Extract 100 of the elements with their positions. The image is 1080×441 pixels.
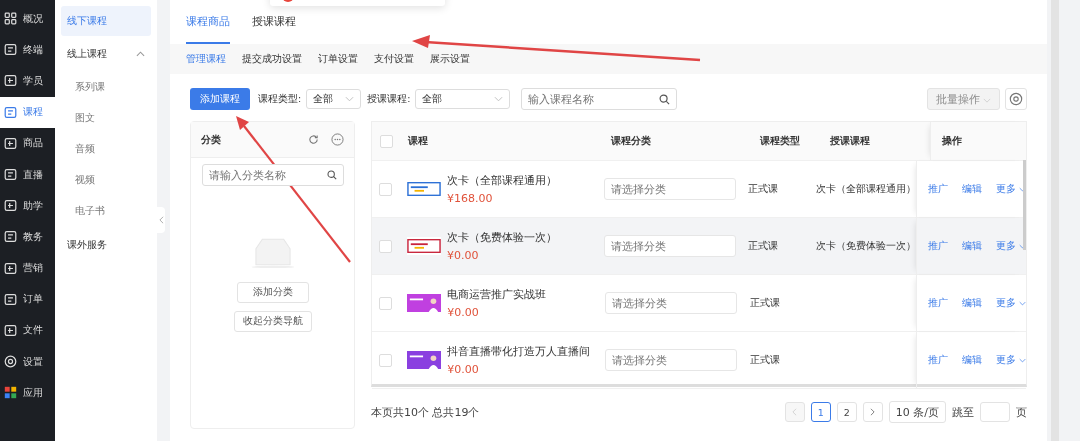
search-field[interactable]: 输入课程名称 (521, 88, 678, 110)
search-icon (326, 170, 337, 180)
nav-item[interactable]: 教务 (0, 221, 55, 253)
category-select[interactable]: 请选择分类 (604, 292, 737, 314)
table-row[interactable]: 次卡（免费体验一次） ¥0.00 请选择分类 正式课 次卡（免费体验一次） 推广 编辑 更多 (372, 218, 1026, 275)
nav-item[interactable]: 学员 (0, 65, 55, 97)
table-cell: 正式课 (747, 182, 778, 196)
checkbox[interactable] (379, 182, 393, 196)
action-link[interactable]: 推广 (928, 239, 948, 253)
column-header: 授课课程 (829, 133, 871, 148)
subtab[interactable]: 支付设置 (374, 52, 414, 66)
subtab[interactable]: 管理课程 (186, 52, 226, 66)
panel-title: 分类 (201, 132, 221, 147)
subnav-item[interactable]: 图文 (61, 103, 151, 134)
nav-item[interactable]: 应用 (0, 377, 55, 409)
table-cell: 正式课 (750, 353, 781, 367)
action-link[interactable]: 编辑 (962, 239, 982, 253)
page-input[interactable] (980, 402, 1010, 422)
subnav-item[interactable]: 系列课 (61, 72, 151, 103)
more-link[interactable]: 更多 (996, 182, 1026, 196)
subtab[interactable]: 提交成功设置 (242, 52, 302, 66)
page-summary: 本页共10个 总共19个 (371, 404, 480, 420)
page-button[interactable]: 2 (836, 402, 857, 422)
settings-button[interactable] (1005, 88, 1027, 110)
nav-item[interactable]: 直播 (0, 158, 55, 191)
jump-label: 跳至 (952, 404, 974, 420)
action-link[interactable]: 推广 (927, 353, 948, 367)
search-field[interactable]: 请输入分类名称 (201, 164, 344, 186)
gear-icon (4, 355, 17, 369)
subnav-item[interactable]: 线上课程 (61, 39, 151, 69)
more-icon[interactable] (331, 133, 344, 146)
filter-select[interactable]: 全部 (415, 89, 511, 109)
course-title: 电商运营推广实战班 (447, 287, 547, 302)
page-size-select[interactable]: 10 条/页 (888, 401, 946, 423)
next-page-button[interactable] (862, 402, 883, 422)
course-title: 次卡（免费体验一次） (447, 230, 558, 245)
chevron-left-icon (158, 216, 164, 224)
category-button[interactable]: 添加分类 (236, 282, 309, 303)
more-link[interactable]: 更多 (996, 239, 1026, 253)
page-button[interactable]: 1 (810, 402, 831, 422)
nav-item[interactable]: 设置 (0, 346, 55, 378)
chevron-down-icon (1019, 300, 1026, 306)
settings-icon (1009, 92, 1023, 106)
add-course-button[interactable]: 添加课程 (190, 88, 250, 110)
collapse-handle[interactable] (157, 207, 165, 233)
more-link[interactable]: 更多 (995, 353, 1026, 367)
more-link[interactable]: 更多 (995, 296, 1026, 310)
chevron-right-icon (870, 408, 876, 416)
filter-select[interactable]: 全部 (306, 89, 362, 109)
prev-page-button[interactable] (784, 402, 805, 422)
chevron-down-icon (345, 96, 355, 102)
course-price: ¥0.00 (447, 306, 480, 319)
nav-item[interactable]: 课程 (0, 96, 55, 128)
column-header: 课程 (407, 134, 429, 148)
column-header: 操作 (930, 122, 1026, 160)
column-header: 课程分类 (610, 134, 652, 148)
action-link[interactable]: 编辑 (961, 296, 982, 310)
subnav-item[interactable]: 电子书 (61, 196, 151, 227)
action-link[interactable]: 编辑 (962, 182, 982, 196)
nav-item[interactable]: 订单 (0, 283, 55, 315)
nav-item[interactable]: 概况 (0, 3, 55, 35)
subtab[interactable]: 订单设置 (318, 52, 358, 66)
chevron-down-icon (1019, 357, 1026, 363)
course-price: ¥0.00 (447, 249, 480, 262)
subtab[interactable]: 展示设置 (430, 52, 470, 66)
empty-box-icon (250, 236, 295, 268)
checkbox[interactable] (379, 134, 393, 148)
category-select[interactable]: 请选择分类 (603, 235, 736, 257)
subnav-item[interactable]: 课外服务 (61, 230, 151, 260)
subnav-item[interactable]: 线下课程 (61, 6, 151, 36)
subnav-item[interactable]: 音频 (61, 134, 151, 165)
filter-label: 课程类型: (258, 92, 302, 106)
apps-icon (4, 386, 17, 400)
category-button[interactable]: 收起分类导航 (233, 311, 312, 332)
action-link[interactable]: 推广 (927, 296, 948, 310)
subnav-item[interactable]: 视频 (61, 165, 151, 196)
nav-item[interactable]: 商品 (0, 127, 55, 159)
action-link[interactable]: 编辑 (961, 353, 982, 367)
checkbox[interactable] (379, 353, 393, 367)
table-row[interactable]: 抖音直播带化打造万人直播间 ¥0.00 请选择分类 正式课 推广 编辑 更多 (372, 332, 1026, 389)
table-cell: 次卡（免费体验一次） (816, 239, 916, 253)
course-title: 次卡（全部课程通用） (447, 173, 558, 188)
nav-item[interactable]: 文件 (0, 314, 55, 347)
category-select[interactable]: 请选择分类 (603, 178, 736, 200)
column-header: 课程类型 (759, 133, 801, 148)
nav-item[interactable]: 营销 (0, 252, 55, 284)
table-row[interactable]: 电商运营推广实战班 ¥0.00 请选择分类 正式课 推广 编辑 更多 (372, 275, 1026, 332)
filter-label: 授课课程: (367, 92, 411, 106)
course-title: 抖音直播带化打造万人直播间 (447, 344, 591, 359)
nav-item[interactable]: 终端 (0, 34, 55, 66)
checkbox[interactable] (379, 239, 393, 253)
table-cell: 正式课 (747, 239, 778, 253)
table-cell: 正式课 (750, 296, 781, 310)
chevron-down-icon (983, 97, 991, 103)
checkbox[interactable] (379, 296, 393, 310)
chevron-down-icon (494, 96, 504, 102)
refresh-icon[interactable] (308, 134, 319, 145)
action-link[interactable]: 推广 (928, 182, 948, 196)
category-select[interactable]: 请选择分类 (604, 349, 737, 371)
nav-item[interactable]: 助学 (0, 190, 55, 222)
